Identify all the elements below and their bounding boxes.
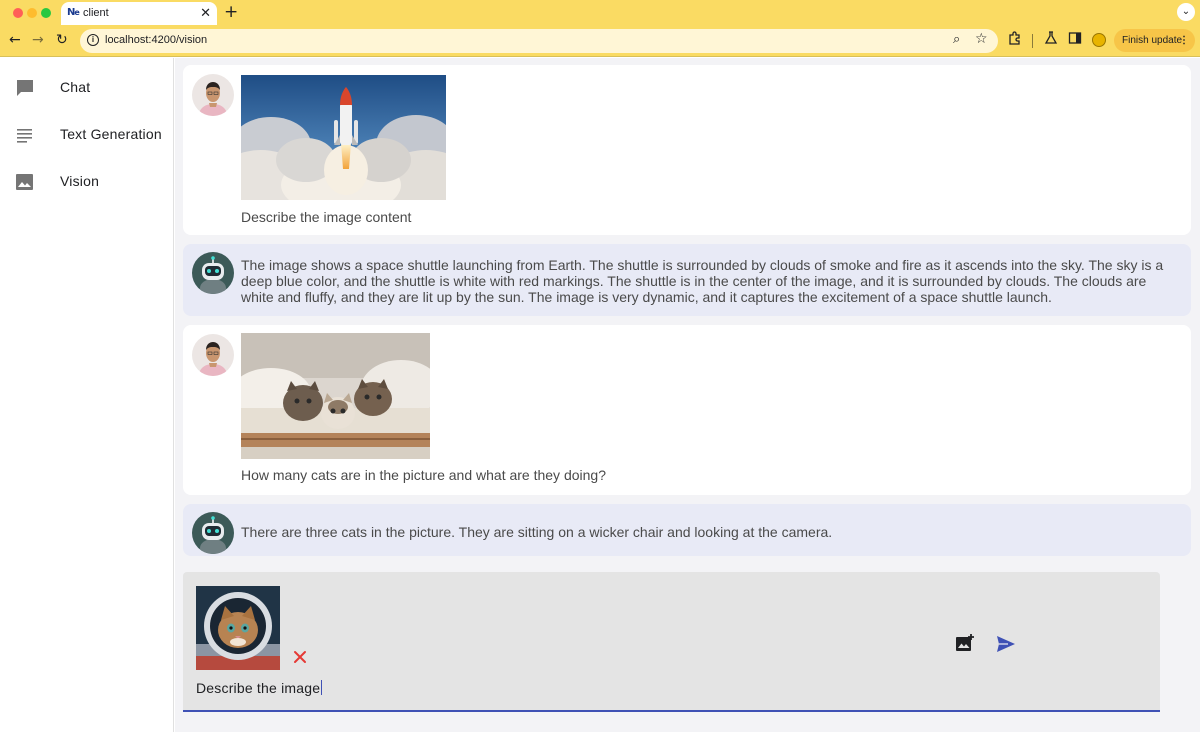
chat-message-bot: The image shows a space shuttle launchin… xyxy=(183,244,1191,316)
finish-update-button[interactable]: Finish update ⋮ xyxy=(1114,29,1195,52)
window-minimize-button[interactable] xyxy=(27,8,37,18)
star-icon[interactable]: ☆ xyxy=(975,31,988,47)
bot-avatar xyxy=(192,252,234,294)
address-bar[interactable]: i localhost:4200/vision ⌕ ☆ xyxy=(80,29,998,53)
user-avatar xyxy=(192,74,234,116)
browser-titlebar: Ne client ✕ + ⌄ xyxy=(0,0,1200,25)
chat-message-bot: There are three cats in the picture. The… xyxy=(183,504,1191,556)
side-panel-icon[interactable] xyxy=(1068,31,1082,49)
send-icon[interactable] xyxy=(996,635,1016,653)
message-text: There are three cats in the picture. The… xyxy=(241,524,833,540)
prompt-input[interactable]: Describe the image xyxy=(196,680,323,696)
remove-attachment-close-icon[interactable] xyxy=(292,649,308,665)
chat-icon xyxy=(15,78,35,98)
conversation-panel: Describe the image content The image sho… xyxy=(175,58,1200,732)
sidebar: Chat Text Generation Vision xyxy=(0,58,174,732)
browser-toolbar: ← → ↻ i localhost:4200/vision ⌕ ☆ Finish… xyxy=(0,25,1200,57)
astronaut-cat-photo xyxy=(196,586,280,670)
add-photo-icon[interactable] xyxy=(955,633,975,653)
extensions-icon[interactable] xyxy=(1008,31,1022,49)
address-url[interactable]: localhost:4200/vision xyxy=(105,34,207,46)
window-close-button[interactable] xyxy=(13,8,23,18)
user-avatar xyxy=(192,334,234,376)
sidebar-item-label: Vision xyxy=(60,173,100,189)
toolbar-divider xyxy=(1032,34,1033,48)
text-lines-icon xyxy=(15,125,35,145)
bot-avatar xyxy=(192,512,234,554)
tab-favicon-icon: Ne xyxy=(67,7,80,18)
reload-icon[interactable]: ↻ xyxy=(56,32,68,48)
forward-icon[interactable]: → xyxy=(32,32,44,48)
message-text: Describe the image content xyxy=(241,209,412,225)
sidebar-item-vision[interactable]: Vision xyxy=(0,162,174,202)
new-tab-icon[interactable]: + xyxy=(224,2,238,22)
app-root: Chat Text Generation Vision Describe the… xyxy=(0,58,1200,732)
chat-message-user: How many cats are in the picture and wha… xyxy=(183,325,1191,495)
tab-close-icon[interactable]: ✕ xyxy=(200,5,211,21)
info-icon[interactable]: i xyxy=(87,34,99,46)
image-icon xyxy=(15,172,35,192)
message-text: The image shows a space shuttle launchin… xyxy=(241,257,1164,305)
zoom-icon[interactable]: ⌕ xyxy=(953,32,960,47)
sidebar-item-text-generation[interactable]: Text Generation xyxy=(0,115,174,155)
space-shuttle-launch-photo[interactable] xyxy=(241,75,446,200)
labs-icon[interactable] xyxy=(1044,31,1058,49)
window-maximize-button[interactable] xyxy=(41,8,51,18)
more-icon[interactable]: ⋮ xyxy=(1179,29,1189,52)
back-icon[interactable]: ← xyxy=(9,32,21,48)
tab-title: client xyxy=(83,7,109,19)
message-text: How many cats are in the picture and wha… xyxy=(241,467,606,483)
sidebar-item-label: Text Generation xyxy=(60,126,162,142)
sidebar-item-label: Chat xyxy=(60,79,91,95)
profile-icon[interactable] xyxy=(1092,33,1106,47)
chat-message-user: Describe the image content xyxy=(183,65,1191,235)
three-kittens-photo[interactable] xyxy=(241,333,430,459)
browser-tab[interactable]: Ne client ✕ xyxy=(61,2,217,25)
text-caret xyxy=(321,680,323,695)
sidebar-item-chat[interactable]: Chat xyxy=(0,68,174,108)
tab-search-chevron-icon[interactable]: ⌄ xyxy=(1177,3,1195,21)
